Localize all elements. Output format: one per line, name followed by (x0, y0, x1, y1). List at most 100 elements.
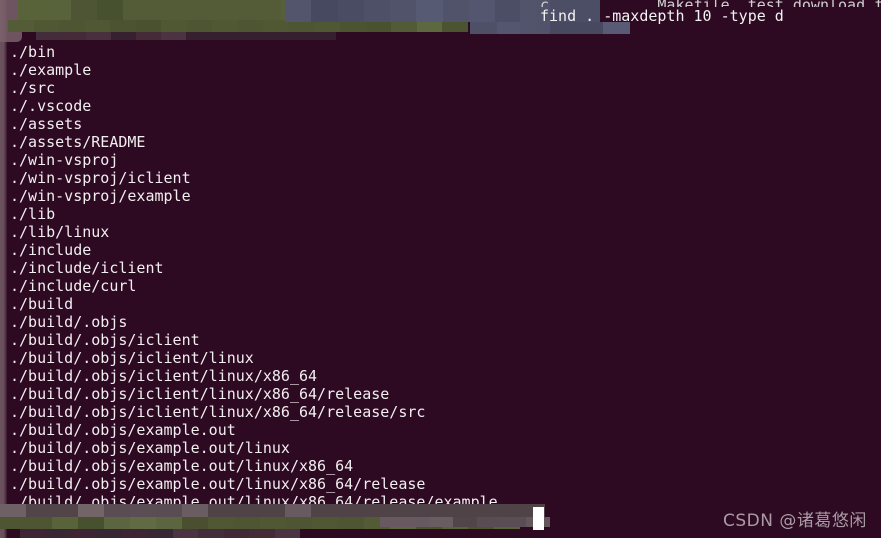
terminal-cursor[interactable] (533, 507, 544, 530)
mosaic-cell (312, 517, 338, 529)
mosaic-cell (363, 504, 390, 517)
mosaic-cell (311, 32, 336, 40)
mosaic-cell (78, 517, 104, 529)
mosaic-cell (237, 20, 264, 32)
mosaic-cell (70, 529, 97, 538)
mosaic-cell (96, 529, 122, 538)
command-line-find: find . -maxdepth 10 -type d (540, 7, 784, 25)
mosaic-cell (338, 517, 364, 529)
mosaic-cell (470, 22, 497, 34)
mosaic-cell (111, 32, 136, 40)
directory-listing-row: ./win-vsproj/example (10, 187, 191, 205)
mosaic-cell (495, 0, 522, 22)
directory-listing-row: ./assets (10, 115, 83, 133)
mosaic-cell (228, 0, 255, 20)
mosaic-cell (61, 32, 86, 40)
mosaic-cell (84, 20, 111, 32)
mosaic-cell (8, 20, 34, 32)
mosaic-cell (59, 20, 85, 32)
mosaic-cell (123, 0, 150, 20)
mosaic-cell (161, 20, 187, 32)
terminal-window: c Makefile test_download_ful find . -max… (0, 0, 881, 538)
mosaic-cell (33, 20, 60, 32)
mosaic-cell (0, 504, 26, 517)
mosaic-cell (442, 0, 469, 22)
mosaic-cell (186, 32, 211, 40)
mosaic-cell (286, 32, 311, 40)
redaction-mosaic-bottom-c (20, 529, 300, 538)
mosaic-cell (70, 0, 97, 20)
mosaic-cell (201, 0, 228, 20)
mosaic-cell (172, 529, 199, 538)
directory-listing-row: ./include/curl (10, 277, 137, 295)
mosaic-cell (103, 504, 130, 517)
mosaic-cell (440, 504, 467, 517)
directory-listing-row: ./build/.objs/iclient (10, 331, 200, 349)
redaction-mosaic-bottom-a (0, 504, 545, 517)
mosaic-cell (211, 32, 236, 40)
mosaic-cell (186, 20, 213, 32)
mosaic-cell (236, 32, 261, 40)
mosaic-cell (389, 504, 415, 517)
mosaic-cell (96, 0, 123, 20)
directory-listing-row: ./build/.objs/iclient/linux/x86_64 (10, 367, 318, 385)
directory-listing-row: ./build (10, 295, 74, 313)
directory-listing-row: ./build/.objs/iclient/linux (10, 349, 254, 367)
mosaic-cell (130, 517, 156, 529)
mosaic-cell (259, 504, 286, 517)
mosaic-cell (223, 529, 250, 538)
mosaic-cell (161, 32, 186, 40)
directory-listing-row: ./build/.objs/iclient/linux/x86_64/relea… (10, 385, 390, 403)
mosaic-cell (147, 529, 173, 538)
mosaic-cell (249, 529, 275, 538)
directory-listing-row: ./lib/linux (10, 223, 110, 241)
mosaic-cell (104, 517, 130, 529)
mosaic-cell (182, 517, 208, 529)
mosaic-cell (135, 20, 162, 32)
mosaic-cell (52, 517, 78, 529)
mosaic-cell (207, 504, 234, 517)
mosaic-cell (198, 529, 224, 538)
directory-listing-row: ./bin (10, 43, 56, 61)
mosaic-cell (36, 32, 61, 40)
mosaic-cell (51, 504, 78, 517)
redaction-mosaic-dark-lower (36, 32, 336, 40)
mosaic-cell (520, 0, 535, 34)
mosaic-cell (26, 517, 52, 529)
mosaic-cell (233, 504, 260, 517)
mosaic-cell (286, 517, 312, 529)
mosaic-cell (77, 504, 104, 517)
mosaic-cell (311, 0, 338, 22)
mosaic-cell (208, 517, 234, 529)
mosaic-cell (175, 0, 202, 20)
mosaic-cell (285, 0, 312, 22)
directory-listing-output: ./bin ./example ./src ./.vscode ./assets ./as… (10, 43, 870, 511)
directory-listing-row: ./src (10, 79, 56, 97)
window-left-edge (0, 0, 7, 538)
directory-listing-row: ./assets/README (10, 133, 146, 151)
mosaic-cell (136, 32, 161, 40)
mosaic-cell (212, 20, 238, 32)
mosaic-cell (0, 517, 26, 529)
csdn-watermark: CSDN @诸葛悠闲 (723, 511, 867, 531)
directory-listing-row: ./build/.objs/example.out/linux/x86_64 (10, 457, 354, 475)
mosaic-cell (428, 517, 453, 527)
directory-listing-row: ./build/.objs/example.out (10, 421, 236, 439)
mosaic-cell (254, 0, 281, 20)
mosaic-cell (155, 504, 182, 517)
mosaic-cell (492, 504, 519, 517)
mosaic-cell (501, 517, 526, 527)
redaction-mosaic-bottom-d (380, 517, 550, 527)
mosaic-cell (45, 529, 71, 538)
mosaic-cell (477, 517, 502, 527)
mosaic-cell (416, 0, 443, 22)
mosaic-cell (25, 504, 52, 517)
directory-listing-row: ./.vscode (10, 97, 92, 115)
mosaic-cell (390, 0, 417, 22)
mosaic-cell (274, 529, 300, 538)
directory-listing-row: ./win-vsproj (10, 151, 119, 169)
mosaic-cell (110, 20, 136, 32)
mosaic-cell (18, 0, 45, 20)
mosaic-cell (86, 32, 111, 40)
mosaic-cell (380, 517, 405, 527)
